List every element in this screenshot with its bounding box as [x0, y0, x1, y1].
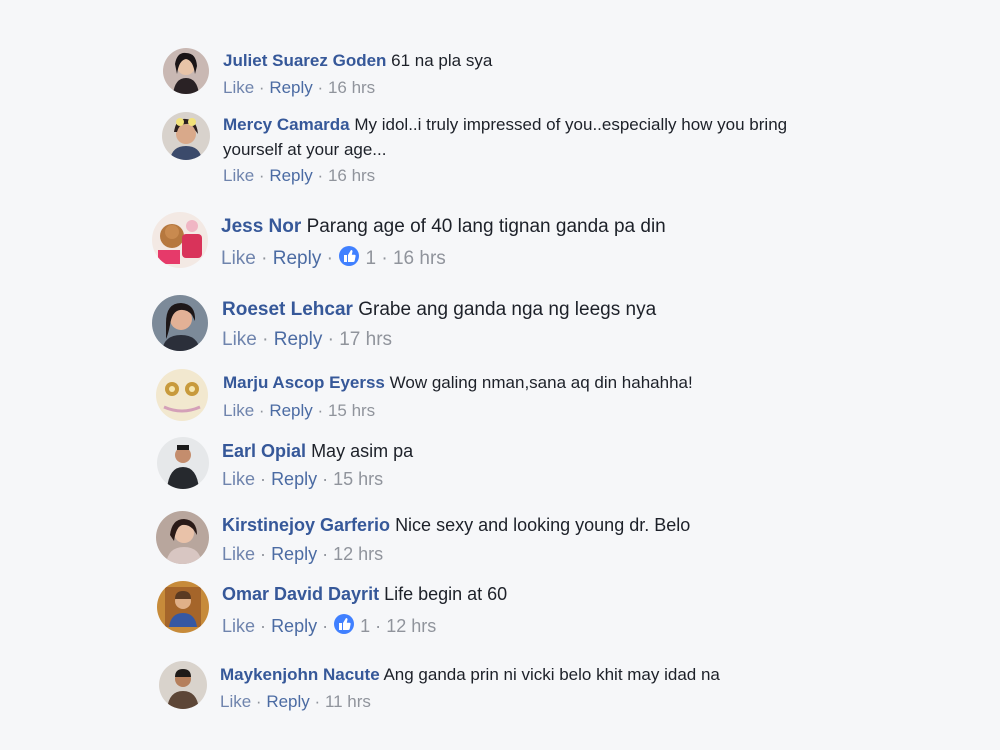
- comment-text-line: Omar David Dayrit Life begin at 60: [222, 583, 507, 606]
- comment-actions: Like · Reply · 17 hrs: [222, 329, 392, 352]
- comment-text: My idol..i truly impressed of you..espec…: [354, 115, 788, 134]
- timestamp[interactable]: 16 hrs: [328, 166, 375, 185]
- comment-text-line: Roeset Lehcar Grabe ang ganda nga ng lee…: [222, 298, 656, 322]
- comment-text-line: Jess Nor Parang age of 40 lang tignan ga…: [221, 215, 666, 239]
- timestamp[interactable]: 16 hrs: [328, 78, 375, 97]
- commenter-name[interactable]: Omar David Dayrit: [222, 584, 379, 604]
- separator: ·: [260, 616, 267, 636]
- thumbs-up-icon[interactable]: [333, 613, 355, 641]
- separator: ·: [258, 401, 265, 420]
- comment-text-line: Mercy Camarda My idol..i truly impressed…: [223, 114, 787, 135]
- like-link[interactable]: Like: [222, 544, 255, 564]
- comment-actions: Like · Reply · 15 hrs: [223, 401, 375, 421]
- avatar[interactable]: [156, 369, 208, 421]
- timestamp[interactable]: 12 hrs: [333, 544, 383, 564]
- separator: ·: [322, 469, 329, 489]
- reply-link[interactable]: Reply: [271, 616, 317, 636]
- comment-text: Parang age of 40 lang tignan ganda pa di…: [306, 216, 666, 237]
- separator: ·: [375, 616, 382, 636]
- timestamp[interactable]: 16 hrs: [393, 248, 446, 269]
- commenter-name[interactable]: Kirstinejoy Garferio: [222, 515, 390, 535]
- comment-text: Life begin at 60: [384, 584, 508, 604]
- comment-text-line: Juliet Suarez Goden 61 na pla sya: [223, 50, 492, 71]
- like-link[interactable]: Like: [220, 692, 251, 711]
- comment-text-line: Maykenjohn Nacute Ang ganda prin ni vick…: [220, 664, 720, 685]
- thumbs-up-icon[interactable]: [338, 245, 360, 274]
- avatar[interactable]: [157, 437, 209, 489]
- avatar[interactable]: [157, 581, 209, 633]
- commenter-name[interactable]: Earl Opial: [222, 441, 306, 461]
- like-link[interactable]: Like: [222, 616, 255, 636]
- separator: ·: [381, 248, 388, 269]
- commenter-name[interactable]: Maykenjohn Nacute: [220, 665, 380, 684]
- separator: ·: [255, 692, 262, 711]
- like-link[interactable]: Like: [222, 469, 255, 489]
- comment-actions: Like · Reply · 12 hrs: [222, 544, 383, 566]
- commenter-name[interactable]: Roeset Lehcar: [222, 299, 353, 320]
- comment-actions: Like · Reply · 15 hrs: [222, 469, 383, 491]
- reaction-count[interactable]: 1: [360, 616, 370, 636]
- comment-text-line: Kirstinejoy Garferio Nice sexy and looki…: [222, 514, 690, 537]
- comment-text-line: Marju Ascop Eyerss Wow galing nman,sana …: [223, 372, 693, 393]
- reaction-count[interactable]: 1: [366, 248, 377, 269]
- timestamp[interactable]: 15 hrs: [333, 469, 383, 489]
- comment-text: May asim pa: [311, 441, 414, 461]
- avatar[interactable]: [159, 661, 207, 709]
- reply-link[interactable]: Reply: [274, 329, 323, 350]
- timestamp[interactable]: 17 hrs: [339, 329, 392, 350]
- separator: ·: [326, 248, 333, 269]
- comment-text: 61 na pla sya: [391, 51, 493, 70]
- comment-text: Nice sexy and looking young dr. Belo: [395, 515, 691, 535]
- separator: ·: [260, 469, 267, 489]
- comment-text: Grabe ang ganda nga ng leegs nya: [358, 299, 657, 320]
- commenter-name[interactable]: Juliet Suarez Goden: [223, 51, 386, 70]
- timestamp[interactable]: 12 hrs: [386, 616, 436, 636]
- avatar[interactable]: [162, 112, 210, 160]
- avatar[interactable]: [156, 511, 209, 564]
- separator: ·: [322, 544, 329, 564]
- comment-text-line: Earl Opial May asim pa: [222, 440, 413, 463]
- comment-text: Wow galing nman,sana aq din hahahha!: [389, 373, 693, 392]
- separator: ·: [258, 78, 265, 97]
- comment-actions: Like · Reply · 16 hrs: [223, 166, 375, 186]
- like-link[interactable]: Like: [223, 401, 254, 420]
- separator: ·: [317, 166, 324, 185]
- separator: ·: [262, 329, 269, 350]
- separator: ·: [258, 166, 265, 185]
- comment-text: Ang ganda prin ni vicki belo khit may id…: [383, 665, 720, 684]
- like-link[interactable]: Like: [223, 166, 254, 185]
- avatar[interactable]: [163, 48, 209, 94]
- timestamp[interactable]: 11 hrs: [325, 692, 371, 711]
- timestamp[interactable]: 15 hrs: [328, 401, 375, 420]
- separator: ·: [260, 544, 267, 564]
- reply-link[interactable]: Reply: [269, 166, 312, 185]
- comment-text-continued: yourself at your age...: [223, 140, 387, 159]
- separator: ·: [327, 329, 334, 350]
- reply-link[interactable]: Reply: [273, 248, 322, 269]
- comment-actions: Like · Reply · 1 · 12 hrs: [222, 613, 436, 641]
- comment-actions: Like · Reply · 11 hrs: [220, 692, 371, 712]
- commenter-name[interactable]: Mercy Camarda: [223, 115, 350, 134]
- reply-link[interactable]: Reply: [271, 469, 317, 489]
- avatar[interactable]: [152, 212, 208, 268]
- comments-panel: Juliet Suarez Goden 61 na pla sya Like ·…: [0, 0, 1000, 750]
- comment-actions: Like · Reply · 1 · 16 hrs: [221, 245, 446, 274]
- like-link[interactable]: Like: [221, 248, 256, 269]
- separator: ·: [317, 78, 324, 97]
- separator: ·: [261, 248, 268, 269]
- like-link[interactable]: Like: [223, 78, 254, 97]
- reply-link[interactable]: Reply: [269, 401, 312, 420]
- like-link[interactable]: Like: [222, 329, 257, 350]
- commenter-name[interactable]: Marju Ascop Eyerss: [223, 373, 385, 392]
- reply-link[interactable]: Reply: [269, 78, 312, 97]
- reply-link[interactable]: Reply: [266, 692, 309, 711]
- comment-actions: Like · Reply · 16 hrs: [223, 78, 375, 98]
- reply-link[interactable]: Reply: [271, 544, 317, 564]
- separator: ·: [322, 616, 329, 636]
- separator: ·: [317, 401, 324, 420]
- separator: ·: [314, 692, 321, 711]
- commenter-name[interactable]: Jess Nor: [221, 216, 301, 237]
- avatar[interactable]: [152, 295, 208, 351]
